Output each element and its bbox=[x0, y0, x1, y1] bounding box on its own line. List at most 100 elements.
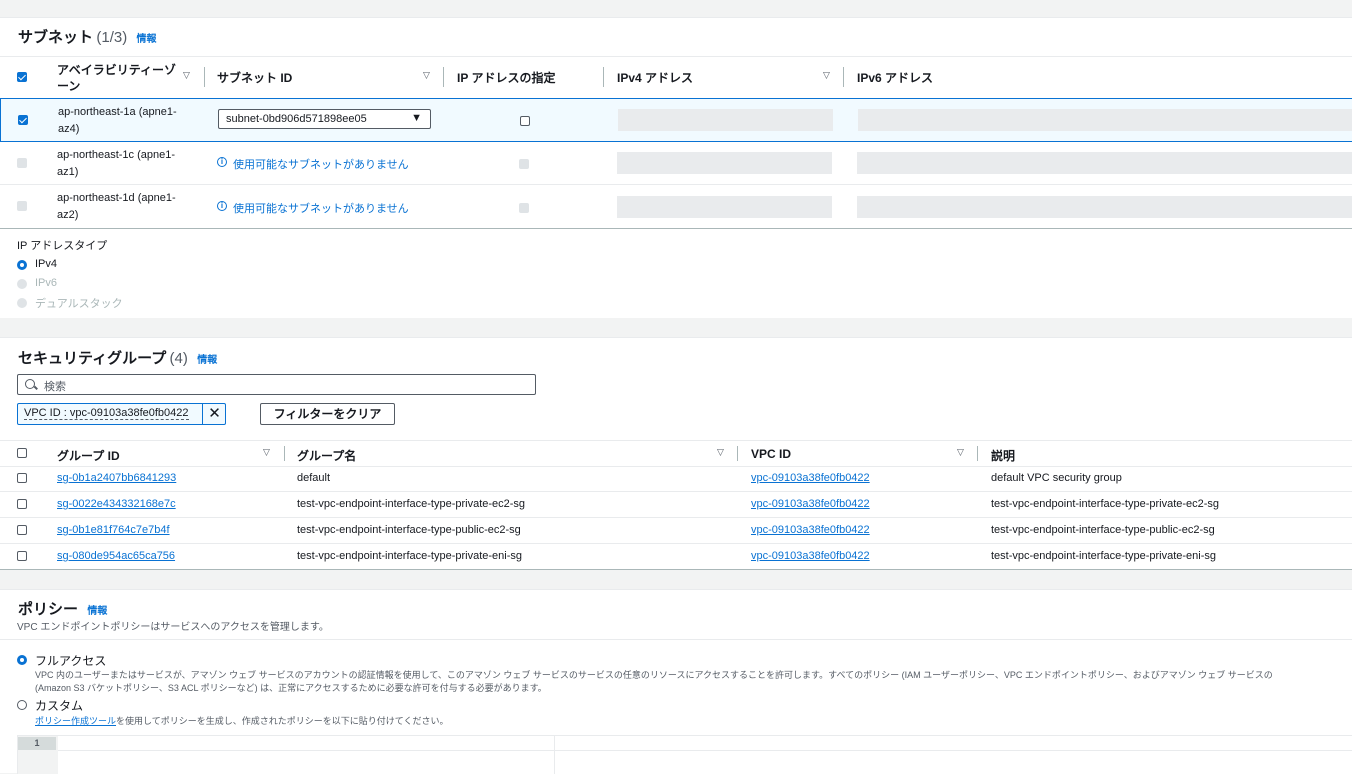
subnet-row: ap-northeast-1c (apne1- az1) i 使用可能なサブネット… bbox=[0, 142, 1352, 185]
sort-caret-icon[interactable]: ▽ bbox=[957, 447, 964, 458]
group-name: test-vpc-endpoint-interface-type-private… bbox=[297, 498, 526, 510]
policy-description: VPC エンドポイントポリシーはサービスへのアクセスを管理します。 bbox=[17, 622, 329, 633]
custom-desc: ポリシー作成ツールを使用してポリシーを生成し、作成されたポリシーを以下に貼り付け… bbox=[35, 714, 448, 727]
full-access-label[interactable]: フルアクセス bbox=[35, 652, 106, 669]
row-checkbox[interactable] bbox=[17, 473, 27, 483]
policy-generator-link[interactable]: ポリシー作成ツール bbox=[35, 716, 116, 726]
editor-divider bbox=[554, 736, 555, 774]
caret-down-icon: ▼ bbox=[411, 112, 422, 124]
custom-radio[interactable] bbox=[17, 700, 27, 710]
clear-filter-label: フィルターをクリア bbox=[273, 407, 382, 421]
sort-caret-icon[interactable]: ▽ bbox=[263, 447, 270, 458]
sort-caret-icon[interactable]: ▽ bbox=[423, 70, 430, 81]
close-icon[interactable]: ✕ bbox=[202, 404, 226, 424]
sg-header: セキュリティグループ (4) 情報 bbox=[18, 347, 217, 368]
ipv6-skeleton bbox=[857, 152, 1352, 174]
row-checkbox[interactable] bbox=[18, 115, 28, 125]
full-access-radio[interactable] bbox=[17, 655, 27, 665]
subnet-select-value: subnet-0bd906d571898ee05 bbox=[226, 113, 367, 125]
info-circle-icon: i bbox=[217, 157, 227, 167]
search-placeholder: 検索 bbox=[44, 381, 66, 393]
subnet-row: ap-northeast-1d (apne1- az2) i 使用可能なサブネット… bbox=[0, 185, 1352, 229]
vpc-id-link[interactable]: vpc-09103a38fe0fb0422 bbox=[751, 550, 870, 562]
filter-token: VPC ID : vpc-09103a38fe0fb0422 ✕ bbox=[17, 403, 226, 425]
col-ipv6-address: IPv6 アドレス bbox=[857, 70, 934, 85]
table-row[interactable]: sg-0b1a2407bb6841293 default vpc-09103a38f… bbox=[0, 466, 1352, 492]
col-vpc-id[interactable]: VPC ID bbox=[751, 447, 791, 461]
group-name: default bbox=[297, 472, 331, 484]
filter-token-label[interactable]: VPC ID : vpc-09103a38fe0fb0422 bbox=[24, 407, 189, 420]
ipv4-skeleton bbox=[617, 152, 832, 174]
row-checkbox bbox=[17, 158, 27, 168]
ipv4-label[interactable]: IPv4 bbox=[35, 258, 57, 270]
col-description: 説明 bbox=[991, 449, 1016, 463]
ip-assign-checkbox bbox=[519, 159, 529, 169]
group-description: default VPC security group bbox=[991, 472, 1122, 484]
ipv6-skeleton bbox=[858, 109, 1352, 131]
row-checkbox[interactable] bbox=[17, 525, 27, 535]
group-description: test-vpc-endpoint-interface-type-public-… bbox=[991, 524, 1215, 536]
col-ipv4-address[interactable]: IPv4 アドレス bbox=[617, 57, 693, 97]
policy-info-link[interactable]: 情報 bbox=[87, 606, 107, 617]
table-row[interactable]: sg-080de954ac65ca756 test-vpc-endpoint-in… bbox=[0, 544, 1352, 570]
group-name: test-vpc-endpoint-interface-type-public-… bbox=[297, 524, 521, 536]
policy-title: ポリシー bbox=[18, 601, 79, 618]
group-id-link[interactable]: sg-0022e434332168e7c bbox=[57, 498, 176, 510]
subnets-header: サブネット (1/3) 情報 bbox=[18, 26, 157, 47]
dualstack-label: デュアルスタック bbox=[35, 298, 123, 310]
sg-count: (4) bbox=[169, 350, 188, 367]
ipv6-label: IPv6 bbox=[35, 277, 58, 289]
no-subnet-message: 使用可能なサブネットがありません bbox=[233, 203, 409, 215]
ipv4-skeleton bbox=[618, 109, 833, 131]
dualstack-radio bbox=[17, 298, 27, 308]
row-checkbox[interactable] bbox=[17, 551, 27, 561]
custom-label[interactable]: カスタム bbox=[35, 697, 83, 714]
az-name: ap-northeast-1a (apne1- az4) bbox=[58, 106, 177, 135]
policy-header: ポリシー 情報 bbox=[18, 598, 107, 619]
full-access-desc-line1: VPC 内のユーザーまたはサービスが、アマゾン ウェブ サービスのアカウントの認… bbox=[35, 670, 1273, 680]
col-group-name[interactable]: グループ名 bbox=[297, 447, 356, 464]
subnets-info-link[interactable]: 情報 bbox=[137, 34, 157, 45]
select-all-sg-checkbox[interactable] bbox=[17, 448, 27, 458]
sg-info-link[interactable]: 情報 bbox=[197, 355, 217, 366]
row-checkbox[interactable] bbox=[17, 499, 27, 509]
table-row[interactable]: sg-0b1e81f764c7e7b4f test-vpc-endpoint-in… bbox=[0, 518, 1352, 544]
subnet-select[interactable]: subnet-0bd906d571898ee05 ▼ bbox=[218, 109, 431, 129]
ip-assign-checkbox[interactable] bbox=[520, 116, 530, 126]
sg-search-input[interactable]: 検索 bbox=[17, 374, 536, 395]
vpc-id-link[interactable]: vpc-09103a38fe0fb0422 bbox=[751, 524, 870, 536]
subnets-table-header: アベイラビリティーゾーン ▽ サブネット ID ▽ IP アドレスの指定 IPv… bbox=[0, 56, 1352, 99]
vpc-id-link[interactable]: vpc-09103a38fe0fb0422 bbox=[751, 498, 870, 510]
group-id-link[interactable]: sg-080de954ac65ca756 bbox=[57, 550, 175, 562]
ipv6-radio bbox=[17, 279, 27, 289]
ip-type-label: IP アドレスタイプ bbox=[17, 240, 108, 252]
subnet-row[interactable]: ap-northeast-1a (apne1- az4) subnet-0bd90… bbox=[0, 98, 1352, 142]
az-name: ap-northeast-1d (apne1- az2) bbox=[57, 192, 176, 221]
custom-desc-text: を使用してポリシーを生成し、作成されたポリシーを以下に貼り付けてください。 bbox=[116, 716, 449, 726]
search-icon bbox=[25, 379, 35, 389]
group-id-link[interactable]: sg-0b1e81f764c7e7b4f bbox=[57, 524, 170, 536]
subnets-title: サブネット bbox=[18, 29, 94, 46]
ipv6-skeleton bbox=[857, 196, 1352, 218]
info-circle-icon: i bbox=[217, 201, 227, 211]
col-group-id[interactable]: グループ ID bbox=[57, 447, 120, 464]
group-id-link[interactable]: sg-0b1a2407bb6841293 bbox=[57, 472, 176, 484]
sort-caret-icon[interactable]: ▽ bbox=[183, 70, 190, 81]
col-availability-zone[interactable]: アベイラビリティーゾーン bbox=[57, 62, 177, 94]
az-name: ap-northeast-1c (apne1- az1) bbox=[57, 149, 176, 178]
table-row[interactable]: sg-0022e434332168e7c test-vpc-endpoint-in… bbox=[0, 492, 1352, 518]
sort-caret-icon[interactable]: ▽ bbox=[823, 70, 830, 81]
search-icon-handle bbox=[34, 385, 38, 390]
subnets-count: (1/3) bbox=[96, 29, 128, 46]
vpc-id-link[interactable]: vpc-09103a38fe0fb0422 bbox=[751, 472, 870, 484]
ipv4-radio[interactable] bbox=[17, 260, 27, 270]
select-all-subnets-checkbox[interactable] bbox=[17, 72, 27, 82]
clear-filter-button[interactable]: フィルターをクリア bbox=[260, 403, 395, 425]
sort-caret-icon[interactable]: ▽ bbox=[717, 447, 724, 458]
group-description: test-vpc-endpoint-interface-type-private… bbox=[991, 550, 1216, 562]
editor-active-line bbox=[58, 736, 1352, 751]
policy-editor[interactable]: 1 bbox=[17, 735, 1352, 774]
editor-line-number: 1 bbox=[18, 737, 56, 750]
subnets-panel: サブネット (1/3) 情報 アベイラビリティーゾーン ▽ サブネット ID ▽… bbox=[0, 17, 1352, 318]
col-subnet-id[interactable]: サブネット ID bbox=[217, 57, 292, 97]
